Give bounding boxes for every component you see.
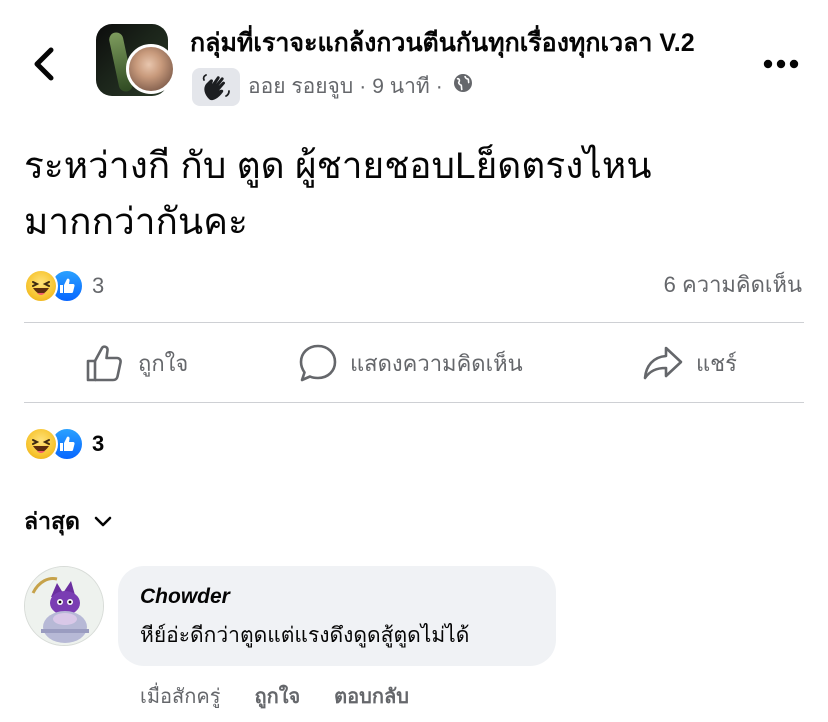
wave-hand-icon xyxy=(202,74,230,101)
like-button[interactable]: ถูกใจ xyxy=(84,338,188,388)
comment-button[interactable]: แสดงความคิดเห็น xyxy=(298,338,523,388)
sort-dropdown[interactable]: ล่าสุด xyxy=(24,502,112,542)
author-name[interactable]: ออย รอยจูบ xyxy=(248,72,353,102)
thumbs-up-icon xyxy=(86,345,122,382)
commenter-avatar[interactable] xyxy=(24,566,104,646)
reactions-summary[interactable]: 3 xyxy=(24,266,104,306)
post-text-line: มากกว่ากันคะ xyxy=(24,201,248,242)
like-label: ถูกใจ xyxy=(138,350,189,376)
author-avatar[interactable] xyxy=(126,44,176,94)
speech-bubble-icon xyxy=(299,344,337,382)
reaction-count: 3 xyxy=(92,431,105,456)
group-name[interactable]: กลุ่มที่เราจะแกล้งกวนตีนกันทุกเรื่องทุกเ… xyxy=(190,26,730,60)
divider xyxy=(24,402,804,403)
share-button[interactable]: แชร์ xyxy=(642,338,737,388)
haha-icon xyxy=(24,427,58,461)
member-badge[interactable] xyxy=(192,68,240,106)
share-label: แชร์ xyxy=(696,350,737,376)
post-text-line: ระหว่างกี กับ ตูด ผู้ชายชอบLย็ดตรงไหน xyxy=(24,145,652,186)
chevron-down-icon xyxy=(94,516,112,527)
more-dots-icon xyxy=(763,59,799,69)
comment-reply-button[interactable]: ตอบกลับ xyxy=(334,680,409,712)
reaction-count: 3 xyxy=(92,273,105,298)
comment-label: แสดงความคิดเห็น xyxy=(350,350,523,376)
comment-count[interactable]: 6 ความคิดเห็น xyxy=(664,268,802,302)
post-meta: ออย รอยจูบ · 9 นาที · xyxy=(248,72,473,102)
sort-label: ล่าสุด xyxy=(24,508,80,534)
globe-icon xyxy=(453,72,473,102)
meta-separator: · xyxy=(359,75,367,98)
chevron-left-icon xyxy=(34,47,54,81)
divider xyxy=(24,322,804,323)
comment-time[interactable]: เมื่อสักครู่ xyxy=(140,680,220,712)
comment-like-button[interactable]: ถูกใจ xyxy=(254,680,300,712)
comment-text: หีย์อ่ะดีกว่าตูดแต่แรงดึงดูดสู้ตูดไม่ได้ xyxy=(140,624,470,647)
post-time[interactable]: 9 นาที xyxy=(372,72,430,102)
haha-icon xyxy=(24,269,58,303)
share-arrow-icon xyxy=(643,346,683,380)
commenter-name[interactable]: Chowder xyxy=(140,582,230,612)
reactions-detail[interactable]: 3 xyxy=(24,424,104,464)
meta-separator: · xyxy=(435,75,443,98)
back-button[interactable] xyxy=(24,40,64,88)
more-options-button[interactable] xyxy=(756,44,806,84)
post-text: ระหว่างกี กับ ตูด ผู้ชายชอบLย็ดตรงไหน มา… xyxy=(24,138,804,250)
comment-actions: เมื่อสักครู่ ถูกใจ ตอบกลับ xyxy=(140,676,443,716)
